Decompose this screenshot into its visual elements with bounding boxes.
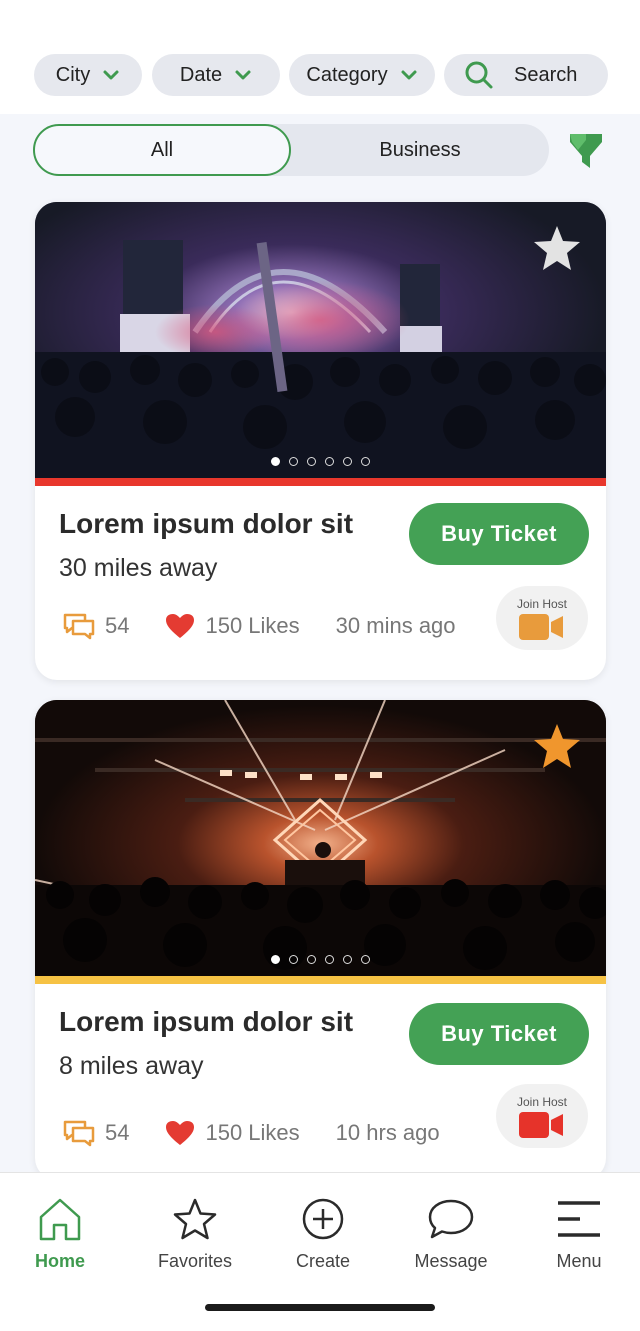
- image-pager-dots: [35, 457, 606, 466]
- nav-home-label: Home: [34, 1251, 85, 1271]
- pager-dot[interactable]: [361, 955, 370, 964]
- nav-create-label: Create: [295, 1251, 351, 1271]
- filter-bar: City Date Category Search: [34, 54, 608, 98]
- chevron-down-icon: [401, 70, 417, 80]
- city-filter-label: City: [55, 63, 91, 86]
- event-stats: 54 150 Likes 30 mins ago: [63, 612, 492, 640]
- join-host-label: Join Host: [516, 596, 568, 611]
- comments-icon: [63, 613, 95, 640]
- comments-count[interactable]: 54: [63, 1119, 129, 1147]
- plus-circle-icon: [302, 1198, 344, 1240]
- event-card[interactable]: Lorem ipsum dolor sit 30 miles away Buy …: [35, 202, 606, 680]
- pager-dot[interactable]: [361, 457, 370, 466]
- nav-favorites-label: Favorites: [157, 1251, 233, 1271]
- nav-menu[interactable]: Menu: [524, 1197, 634, 1272]
- search-icon: [465, 61, 493, 89]
- segment-business-tab[interactable]: Business: [291, 124, 549, 176]
- comments-count[interactable]: 54: [63, 612, 129, 640]
- pager-dot[interactable]: [271, 457, 280, 466]
- date-filter-dropdown[interactable]: Date: [152, 54, 280, 96]
- audience-segment-control: All Business: [33, 124, 549, 176]
- posted-time-label: 10 hrs ago: [335, 1120, 440, 1145]
- buy-ticket-button[interactable]: Buy Ticket: [409, 1003, 589, 1065]
- nav-home[interactable]: Home: [5, 1197, 115, 1272]
- join-host-button[interactable]: Join Host: [496, 586, 588, 650]
- pager-dot[interactable]: [343, 955, 352, 964]
- funnel-filter-icon[interactable]: [568, 130, 604, 170]
- menu-icon: [558, 1201, 600, 1237]
- pager-dot[interactable]: [307, 955, 316, 964]
- pager-dot[interactable]: [307, 457, 316, 466]
- comments-count-label: 54: [105, 613, 130, 638]
- buy-ticket-button[interactable]: Buy Ticket: [409, 503, 589, 565]
- category-color-stripe: [35, 478, 606, 486]
- home-indicator[interactable]: [205, 1304, 435, 1311]
- favorite-star-icon[interactable]: [532, 722, 582, 770]
- star-icon: [173, 1198, 217, 1240]
- search-button[interactable]: Search: [444, 54, 608, 96]
- event-stats: 54 150 Likes 10 hrs ago: [63, 1119, 476, 1147]
- chevron-down-icon: [103, 70, 119, 80]
- comments-count-label: 54: [105, 1120, 130, 1145]
- date-filter-label: Date: [179, 63, 223, 86]
- segment-all-tab[interactable]: All: [33, 124, 291, 176]
- favorite-star-icon[interactable]: [532, 224, 582, 272]
- event-title: Lorem ipsum dolor sit: [59, 508, 354, 539]
- image-pager-dots: [35, 955, 606, 964]
- city-filter-dropdown[interactable]: City: [34, 54, 142, 96]
- chevron-down-icon: [235, 70, 251, 80]
- nav-message[interactable]: Message: [396, 1197, 506, 1272]
- event-distance: 30 miles away: [59, 554, 218, 582]
- dj-stage-image: [35, 700, 606, 976]
- posted-time-label: 30 mins ago: [335, 613, 456, 638]
- pager-dot[interactable]: [325, 955, 334, 964]
- join-host-button[interactable]: Join Host: [496, 1084, 588, 1148]
- video-camera-icon: [519, 613, 563, 640]
- heart-icon: [166, 614, 195, 638]
- search-label: Search: [514, 63, 578, 86]
- pager-dot[interactable]: [271, 955, 280, 964]
- heart-icon: [166, 1121, 195, 1145]
- chat-bubble-icon: [428, 1199, 474, 1239]
- event-photo-concert[interactable]: [35, 202, 606, 478]
- pager-dot[interactable]: [289, 457, 298, 466]
- nav-menu-label: Menu: [556, 1251, 602, 1271]
- event-distance: 8 miles away: [59, 1052, 204, 1080]
- likes-count-label: 150 Likes: [205, 1120, 300, 1145]
- likes-count[interactable]: 150 Likes: [165, 1120, 300, 1146]
- category-filter-dropdown[interactable]: Category: [289, 54, 435, 96]
- nav-create[interactable]: Create: [268, 1197, 378, 1272]
- posted-time: 10 hrs ago: [336, 1120, 440, 1146]
- home-icon: [39, 1198, 81, 1241]
- video-camera-icon: [519, 1111, 563, 1138]
- event-title: Lorem ipsum dolor sit: [59, 1006, 354, 1037]
- pager-dot[interactable]: [343, 457, 352, 466]
- pager-dot[interactable]: [325, 457, 334, 466]
- concert-stage-image: [35, 202, 606, 478]
- likes-count[interactable]: 150 Likes: [165, 613, 300, 639]
- likes-count-label: 150 Likes: [205, 613, 300, 638]
- event-photo-dj[interactable]: [35, 700, 606, 976]
- posted-time: 30 mins ago: [336, 613, 456, 639]
- event-card[interactable]: Lorem ipsum dolor sit 8 miles away Buy T…: [35, 700, 606, 1180]
- category-filter-label: Category: [306, 63, 388, 86]
- category-color-stripe: [35, 976, 606, 984]
- nav-favorites[interactable]: Favorites: [140, 1197, 250, 1272]
- pager-dot[interactable]: [289, 955, 298, 964]
- comments-icon: [63, 1120, 95, 1147]
- nav-message-label: Message: [414, 1251, 488, 1271]
- join-host-label: Join Host: [516, 1094, 568, 1109]
